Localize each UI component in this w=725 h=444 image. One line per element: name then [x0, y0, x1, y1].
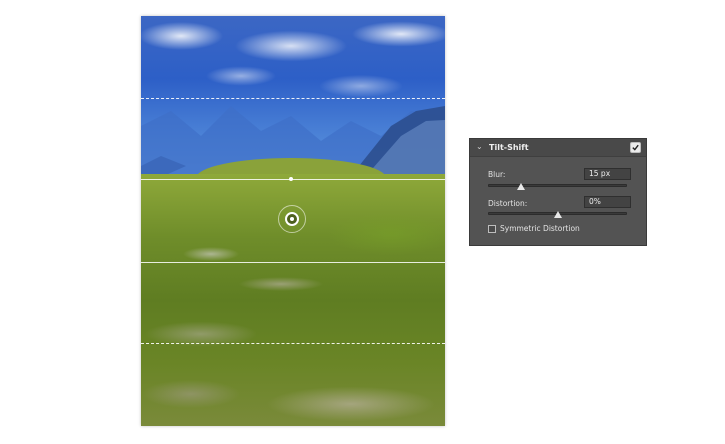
symmetric-distortion-label: Symmetric Distortion: [500, 224, 580, 233]
tilt-shift-panel: ⌄ Tilt-Shift Blur: 15 px Distortion: 0% …: [469, 138, 647, 246]
blur-slider-track[interactable]: [488, 184, 627, 187]
focus-line-top[interactable]: [141, 179, 445, 180]
blur-label: Blur:: [488, 170, 506, 179]
rotation-handle[interactable]: [289, 177, 293, 181]
enable-checkbox[interactable]: [630, 142, 641, 153]
chevron-down-icon[interactable]: ⌄: [476, 143, 484, 151]
distortion-value-field[interactable]: 0%: [584, 196, 631, 208]
symmetric-distortion-checkbox[interactable]: [488, 225, 496, 233]
blur-value-field[interactable]: 15 px: [584, 168, 631, 180]
focus-line-bottom[interactable]: [141, 262, 445, 263]
checkmark-icon: [632, 144, 639, 151]
image-canvas[interactable]: [141, 16, 445, 426]
blur-pin[interactable]: [285, 212, 299, 226]
panel-header: ⌄ Tilt-Shift: [470, 139, 646, 157]
blur-guide-top[interactable]: [141, 98, 445, 99]
blur-guide-bottom[interactable]: [141, 343, 445, 344]
blur-slider-thumb[interactable]: [517, 183, 526, 190]
distortion-label: Distortion:: [488, 199, 528, 208]
panel-title: Tilt-Shift: [489, 143, 529, 152]
distortion-slider-thumb[interactable]: [553, 211, 562, 218]
